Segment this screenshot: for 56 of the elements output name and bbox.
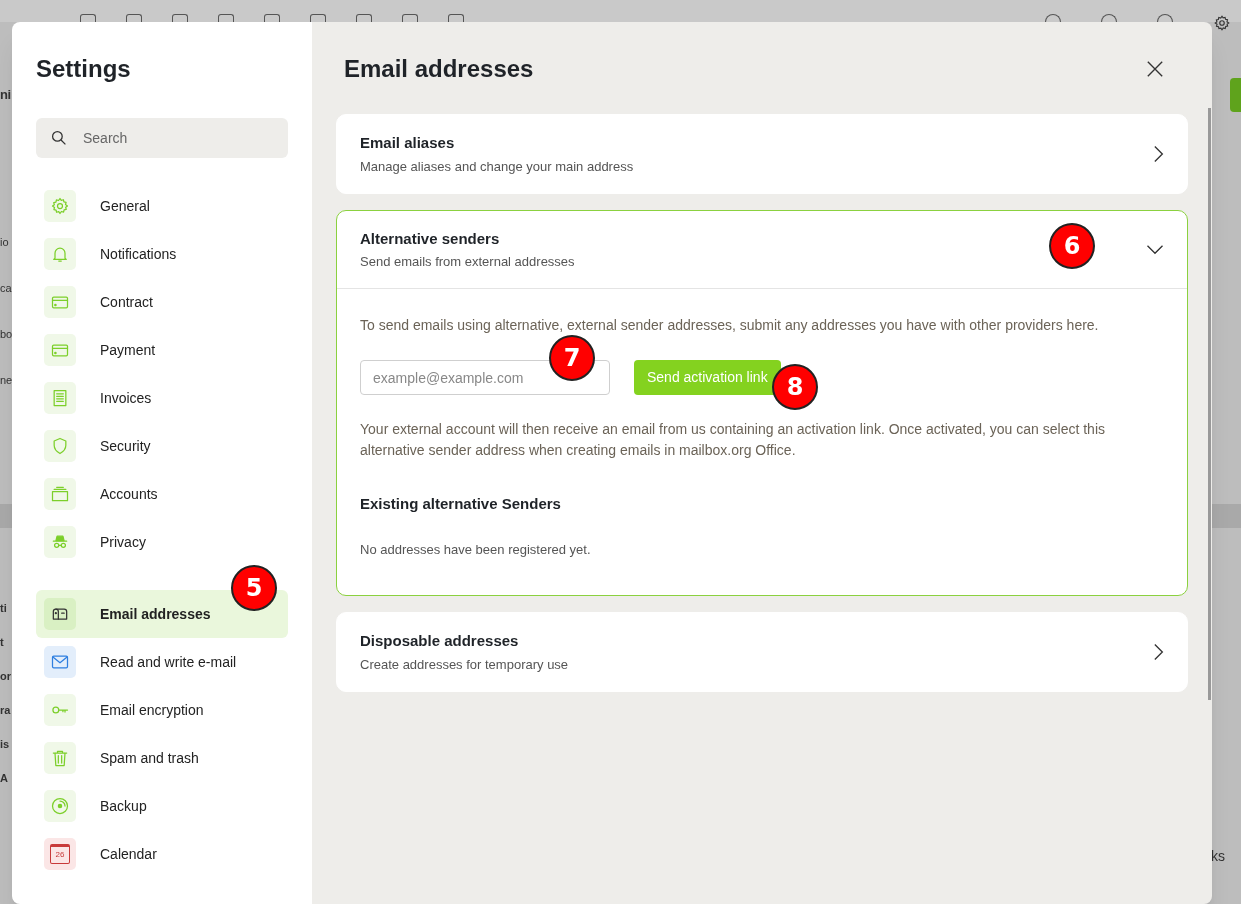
background-text: ra [0,703,11,718]
intro-text: To send emails using alternative, external sender addresses, submit any addresses you have with other providers here. [360,316,1100,335]
page-title: Email addresses [344,54,534,84]
background-text: ni [0,88,11,101]
card-subtitle: Create addresses for temporary use [360,655,569,674]
card-title: Email aliases [360,133,456,153]
chevron-right-icon[interactable] [1154,643,1164,661]
chevron-down-icon[interactable] [1146,244,1164,255]
card-subtitle: Manage aliases and change your main address [360,157,634,176]
background-text: ne [0,373,13,388]
calendar-icon: 26 [50,844,70,864]
background-text: bo [0,327,13,342]
background-text: is [0,737,10,752]
search-field[interactable]: Search [36,118,288,158]
settings-title: Settings [36,54,132,84]
sidebar-item[interactable]: Contract [36,278,288,326]
sidebar-item[interactable]: Privacy [36,518,288,566]
background-text: ks [1211,847,1225,866]
sidebar-item[interactable]: Spam and trash [36,734,288,782]
card-title: Alternative senders [360,228,501,249]
sidebar-item[interactable]: Accounts [36,470,288,518]
note-text: Your external account will then receive an email from us containing an activation link. Once activated, you can select this alternative sender address when creating emails in mailbox.org Office. [360,420,1106,460]
sidebar-item[interactable]: 26 Calendar [36,830,288,878]
sidebar-item[interactable]: Backup [36,782,288,830]
sidebar-item[interactable]: Invoices [36,374,288,422]
card-subtitle: Send emails from external addresses [360,253,575,271]
gear-icon [50,196,70,216]
trash-icon [50,748,70,768]
section-heading: Existing alternative Senders [360,494,562,514]
sidebar-item[interactable]: Security [36,422,288,470]
background-text: A [0,771,8,786]
step-marker: 5 [231,565,277,611]
settings-icon[interactable] [1213,14,1231,32]
background-text: io [0,235,9,250]
search-icon [51,130,67,146]
step-marker: 8 [772,364,818,410]
sidebar-item[interactable]: General [36,182,288,230]
disc-icon [50,796,70,816]
background-text: or [0,669,11,684]
background-text: t [0,635,4,650]
chevron-right-icon[interactable] [1154,145,1164,163]
stack-icon [50,484,70,504]
card-title: Disposable addresses [360,631,520,651]
card-header[interactable]: Email aliases Manage aliases and change your main address [337,115,1187,193]
sidebar-item[interactable]: Payment [36,326,288,374]
sidebar-item[interactable]: Read and write e-mail [36,638,288,686]
close-icon[interactable] [1146,60,1164,78]
scrollbar[interactable] [1208,108,1211,700]
sidebar-item[interactable]: Notifications [36,230,288,278]
card-header[interactable]: Disposable addresses Create addresses for temporary use [337,613,1187,691]
empty-message: No addresses have been registered yet. [360,540,592,559]
step-marker: 6 [1049,223,1095,269]
background-text: ti [0,601,7,616]
background-text: ca [0,281,12,296]
step-marker: 7 [549,335,595,381]
sidebar-item[interactable]: Email encryption [36,686,288,734]
